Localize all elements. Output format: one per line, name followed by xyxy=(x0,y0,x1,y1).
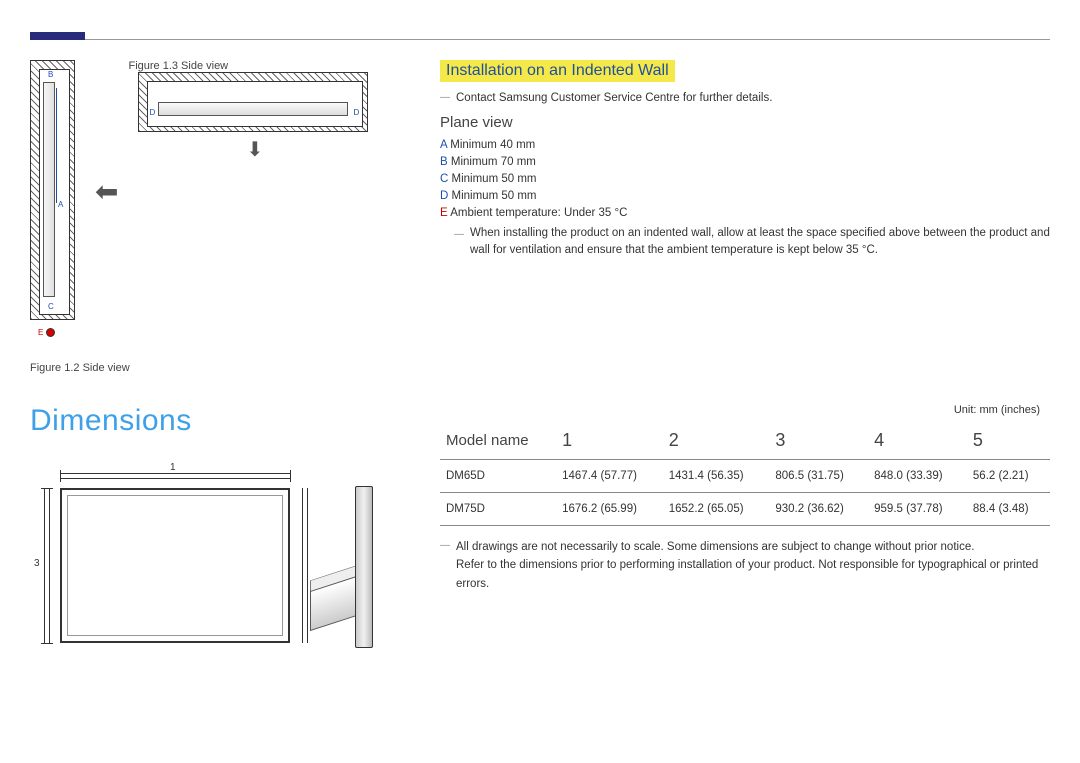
label-c: C xyxy=(48,302,54,311)
plane-view-heading: Plane view xyxy=(440,114,1050,131)
spec-d: D Minimum 50 mm xyxy=(440,190,1050,202)
temperature-sensor-dot xyxy=(46,328,55,337)
arrow-down-icon: ⬇ xyxy=(246,137,263,162)
dim-marker-1: 1 xyxy=(170,462,176,473)
note-line-2: Refer to the dimensions prior to perform… xyxy=(440,556,1050,593)
dimensions-figure-column: Dimensions 1 3 xyxy=(30,404,410,688)
page-header-bar xyxy=(30,0,1050,40)
table-header-row: Model name 1 2 3 4 5 xyxy=(440,422,1050,460)
dim-marker-3: 3 xyxy=(34,558,40,569)
contact-note: Contact Samsung Customer Service Centre … xyxy=(456,92,1050,104)
install-note: When installing the product on an indent… xyxy=(470,225,1050,260)
col-model: Model name xyxy=(440,422,556,460)
note-line-1: All drawings are not necessarily to scal… xyxy=(440,538,1050,556)
table-row: DM65D 1467.4 (57.77) 1431.4 (56.35) 806.… xyxy=(440,460,1050,493)
label-b: B xyxy=(48,70,53,79)
arrow-left-icon: ⬅ xyxy=(95,175,118,208)
col-3: 3 xyxy=(769,422,868,460)
figure-1-2-label: Figure 1.2 Side view xyxy=(30,362,410,374)
dimensions-notes: All drawings are not necessarily to scal… xyxy=(440,538,1050,593)
label-e: E xyxy=(38,328,43,337)
col-2: 2 xyxy=(663,422,770,460)
dimensions-table: Model name 1 2 3 4 5 DM65D 1467.4 (57.77… xyxy=(440,422,1050,526)
label-a: A xyxy=(58,200,63,209)
figure-column: B A C E ⬅ Figure 1.3 Side view D D ⬇ xyxy=(30,60,410,374)
col-5: 5 xyxy=(967,422,1050,460)
spec-b: B Minimum 70 mm xyxy=(440,156,1050,168)
dimensions-table-column: Unit: mm (inches) Model name 1 2 3 4 5 D… xyxy=(410,404,1050,688)
installation-section: Installation on an Indented Wall Contact… xyxy=(410,60,1050,374)
top-view-diagram: D D ⬇ xyxy=(138,72,378,142)
spec-e: E Ambient temperature: Under 35 °C xyxy=(440,207,1050,219)
col-4: 4 xyxy=(868,422,967,460)
table-row: DM75D 1676.2 (65.99) 1652.2 (65.05) 930.… xyxy=(440,493,1050,526)
spec-a: A Minimum 40 mm xyxy=(440,139,1050,151)
label-d-left: D xyxy=(149,108,155,117)
col-1: 1 xyxy=(556,422,663,460)
figure-1-3: B A C E ⬅ Figure 1.3 Side view D D ⬇ xyxy=(30,60,410,350)
dimensions-heading: Dimensions xyxy=(30,404,410,438)
unit-label: Unit: mm (inches) xyxy=(440,404,1040,416)
dimensions-diagram: 1 3 xyxy=(30,468,380,688)
section-title: Installation on an Indented Wall xyxy=(440,60,675,82)
label-d-right: D xyxy=(353,108,359,117)
side-view-diagram: B A C E xyxy=(30,60,85,350)
spec-c: C Minimum 50 mm xyxy=(440,173,1050,185)
figure-1-3-label: Figure 1.3 Side view xyxy=(128,60,378,72)
